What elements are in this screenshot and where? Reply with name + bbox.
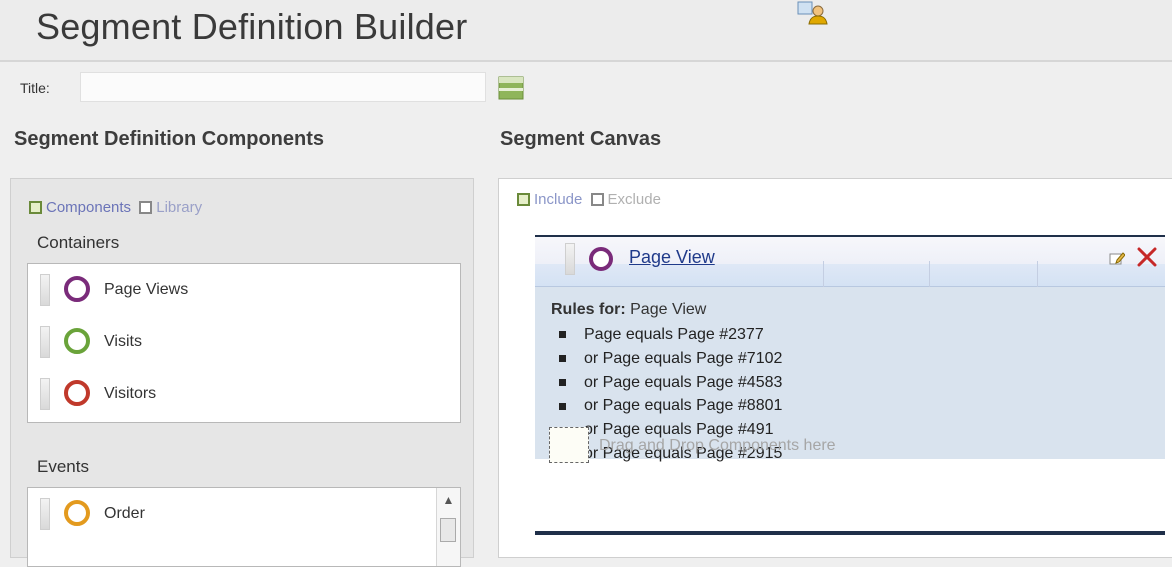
components-tabbar: Components Library [29,199,206,218]
drop-zone-hint: Drag and Drop Components here [599,437,836,454]
drag-handle[interactable] [40,378,50,410]
edit-icon[interactable] [1109,251,1125,265]
rule-item: or Page equals Page #8801 [559,394,782,418]
event-item-order[interactable]: Order [28,488,460,540]
container-item-visitors[interactable]: Visitors [28,368,460,420]
card-title-link[interactable]: Page View [629,247,715,268]
drag-handle[interactable] [40,274,50,306]
visitors-icon [64,380,90,406]
rule-item: Page equals Page #2377 [559,323,782,347]
page-view-icon [589,247,613,271]
bullet-icon [559,355,566,363]
tab-library-icon [139,201,153,214]
bullet-icon [559,378,566,386]
page-views-icon [64,276,90,302]
container-item-visits[interactable]: Visits [28,316,460,368]
order-icon [64,500,90,526]
components-panel: Components Library Containers Page Views… [10,178,474,567]
scroll-up-arrow-icon[interactable]: ▲ [437,488,460,512]
rule-item: or Page equals Page #4583 [559,371,782,395]
events-scrollbar[interactable]: ▲ [436,488,460,566]
close-icon[interactable] [1135,245,1159,269]
tab-components-icon [29,201,42,214]
containers-label: Containers [37,233,120,252]
drag-handle[interactable] [40,498,50,530]
visits-icon [64,328,90,354]
card-bottom-border [535,531,1165,535]
title-row: Title: [0,66,1172,112]
drop-zone[interactable] [549,427,589,463]
container-item-page-views[interactable]: Page Views [28,264,460,316]
save-icon[interactable] [498,76,524,100]
bullet-icon [559,402,566,410]
card-header: Page View [535,237,1165,287]
rules-area: Rules for: Page View Page equals Page #2… [535,287,1165,462]
components-section-title: Segment Definition Components [14,128,324,150]
bullet-icon [559,331,566,339]
scroll-thumb[interactable] [440,518,456,542]
events-label: Events [37,457,89,476]
rules-title: Rules for: Page View [551,301,707,318]
page-title: Segment Definition Builder [36,6,468,47]
canvas-tabbar: Include Exclude [517,191,665,210]
drag-handle[interactable] [40,326,50,358]
page-header: Segment Definition Builder [0,0,1172,62]
events-list: Order ▲ [27,487,461,567]
containers-list: Page Views Visits Visitors [27,263,461,423]
title-input[interactable] [80,72,486,102]
user-profile-icon[interactable] [796,0,830,26]
column-divider [823,261,824,287]
tab-include[interactable]: Include [517,191,582,208]
rule-item: or Page equals Page #7102 [559,347,782,371]
canvas-panel: Include Exclude Page View Rules for: Pag… [498,178,1172,558]
tab-exclude[interactable]: Exclude [590,191,661,208]
tab-components[interactable]: Components [29,199,131,216]
tab-include-icon [517,193,530,206]
canvas-section-title: Segment Canvas [500,128,662,150]
drag-handle[interactable] [565,243,575,275]
column-divider [1037,261,1038,287]
title-label: Title: [20,80,50,96]
column-divider [929,261,930,287]
tab-exclude-icon [590,193,604,206]
tab-library[interactable]: Library [139,199,202,216]
